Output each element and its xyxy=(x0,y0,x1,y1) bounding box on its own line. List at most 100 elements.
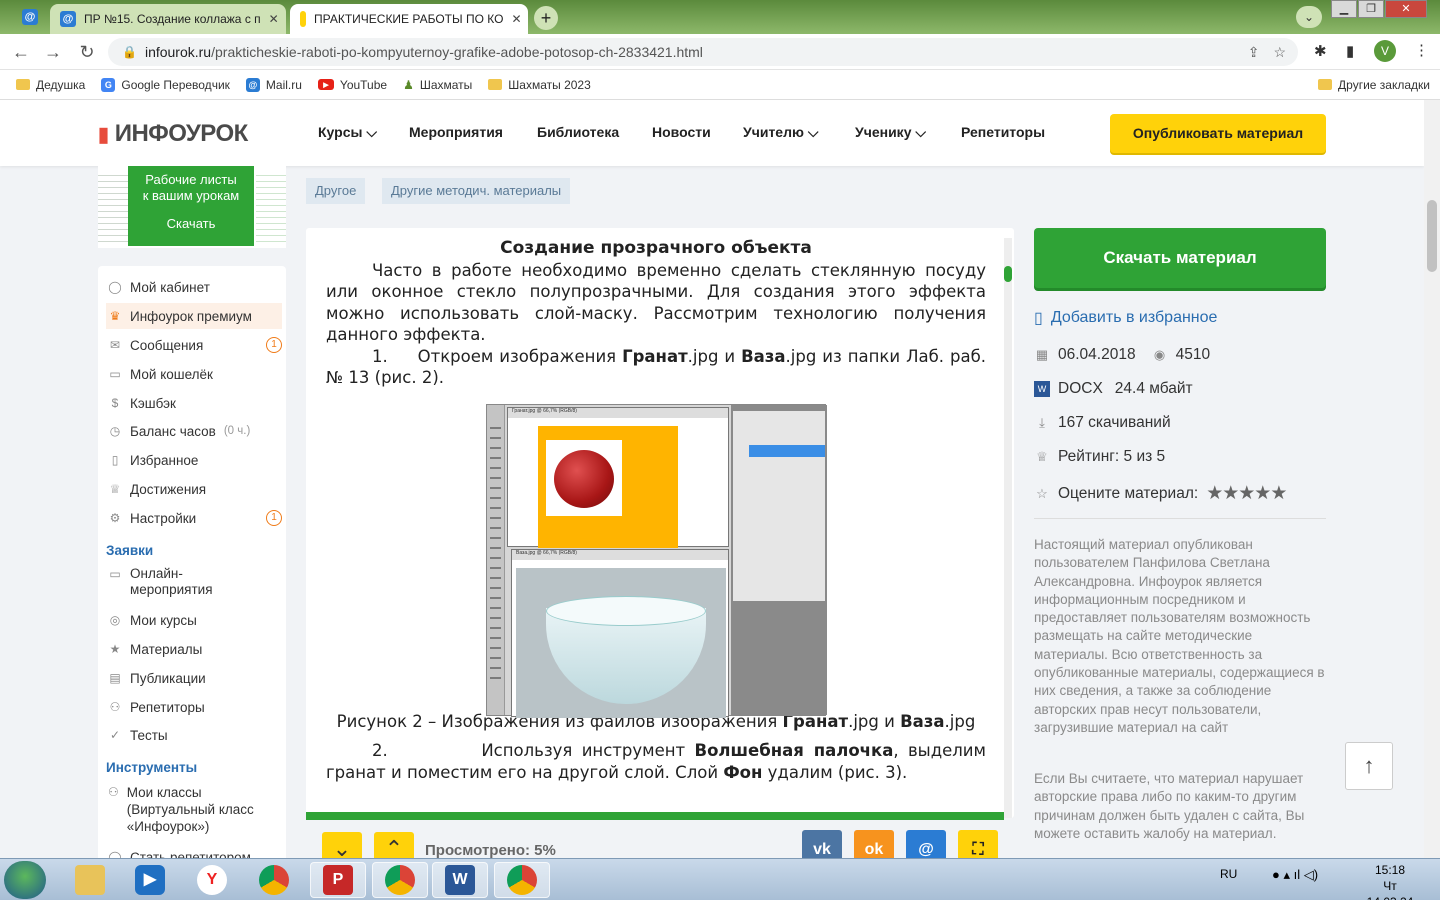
nav-tutors[interactable]: Репетиторы xyxy=(961,124,1045,140)
taskbar-pdf[interactable]: P xyxy=(310,862,366,898)
vk-share-icon[interactable]: vk xyxy=(802,830,842,858)
close-tab-icon[interactable]: ✕ xyxy=(269,12,279,26)
scroll-down-button[interactable]: ⌄ xyxy=(322,832,362,858)
bookmark-link[interactable]: G Google Переводчик xyxy=(101,77,230,92)
share-icon[interactable]: ⇪ xyxy=(1248,44,1260,61)
clock[interactable]: 15:18Чт 14.03.24 xyxy=(1360,862,1420,900)
forward-icon[interactable]: → xyxy=(42,42,64,63)
profile-avatar[interactable]: V xyxy=(1374,40,1396,62)
yandex-browser-icon: Y xyxy=(197,865,227,895)
sidebar-item-tutors[interactable]: ⚇ Репетиторы xyxy=(106,694,282,720)
sidebar-item-online-events[interactable]: ▭ Онлайн- мероприятия xyxy=(106,566,282,602)
bookmark-star-icon[interactable]: ☆ xyxy=(1273,44,1286,61)
sidebar-item-publications[interactable]: ▤ Публикации xyxy=(106,665,282,691)
taskbar-explorer[interactable] xyxy=(62,862,118,898)
nav-library[interactable]: Библиотека xyxy=(537,124,619,140)
maximize-icon[interactable]: ❐ xyxy=(1358,0,1384,18)
taskbar-media-player[interactable]: ▶ xyxy=(122,862,178,898)
bookmark-link[interactable]: @ Mail.ru xyxy=(245,77,302,92)
ok-share-icon[interactable]: ok xyxy=(854,830,894,858)
new-tab-button[interactable]: + xyxy=(534,6,558,30)
sidebar-item-messages[interactable]: ✉ Сообщения 1 xyxy=(106,332,282,358)
taskbar-chrome-profile[interactable] xyxy=(494,862,550,898)
document-paragraph: Часто в работе необходимо временно сдела… xyxy=(326,260,986,345)
menu-icon[interactable]: ⋮ xyxy=(1414,41,1429,59)
people-icon: ⚇ xyxy=(109,700,121,714)
other-bookmarks[interactable]: Другие закладки xyxy=(1318,78,1430,92)
sidebar-item-become-tutor[interactable]: ◯ Стать репетитором xyxy=(106,844,282,859)
address-bar[interactable]: 🔒 infourok.ru/prakticheskie-raboti-po-ko… xyxy=(108,38,1298,66)
taskbar-word[interactable]: W xyxy=(432,862,488,898)
url-path: /prakticheskie-raboti-po-kompyuternoy-gr… xyxy=(211,44,703,60)
browser-tab-2[interactable]: ПРАКТИЧЕСКИЕ РАБОТЫ ПО КО ✕ xyxy=(290,4,528,34)
worksheets-banner[interactable]: Рабочие листы к вашим урокам Скачать xyxy=(98,166,286,248)
download-material-button[interactable]: Скачать материал xyxy=(1034,228,1326,288)
mail-at-icon[interactable]: @ xyxy=(22,9,38,25)
publish-button[interactable]: Опубликовать материал xyxy=(1110,114,1326,153)
bookmark-folder[interactable]: Дедушка xyxy=(16,78,85,92)
account-sidebar: ◯ Мой кабинет ♛ Инфоурок премиум ✉ Сообщени… xyxy=(98,266,286,858)
tutor-icon: ◯ xyxy=(108,850,122,858)
page-scrollbar[interactable] xyxy=(1424,100,1440,858)
reload-icon[interactable]: ↻ xyxy=(76,42,98,63)
side-panel-icon[interactable]: ▮ xyxy=(1346,42,1354,60)
cashback-icon: $ xyxy=(111,396,119,410)
minimize-icon[interactable]: ▁ xyxy=(1331,0,1357,18)
rating-stars[interactable]: ★★★★★ xyxy=(1206,482,1287,505)
browser-tab-1[interactable]: @ ПР №15. Создание коллажа с п ✕ xyxy=(50,4,286,34)
nav-student[interactable]: Ученику ⌵ xyxy=(855,124,926,141)
sidebar-item-my-courses[interactable]: ◎ Мои курсы xyxy=(106,607,282,633)
nav-news[interactable]: Новости xyxy=(652,124,711,140)
nav-events[interactable]: Мероприятия xyxy=(409,124,503,140)
nav-courses[interactable]: Курсы ⌵ xyxy=(318,124,377,141)
user-icon: ◯ xyxy=(108,280,122,294)
sidebar-item-materials[interactable]: ★ Материалы xyxy=(106,636,282,662)
sidebar-item-hours[interactable]: ◷ Баланс часов (0 ч.) xyxy=(106,418,282,444)
close-window-icon[interactable]: ✕ xyxy=(1385,0,1427,18)
bookmarks-bar: Дедушка G Google Переводчик @ Mail.ru ▶ You… xyxy=(0,70,1440,100)
sidebar-item-cashback[interactable]: $ Кэшбэк xyxy=(106,390,282,416)
site-logo[interactable]: ▮ ИНФОУРОК xyxy=(98,120,248,148)
back-icon[interactable]: ← xyxy=(10,42,32,63)
document-scroll-thumb[interactable] xyxy=(1004,266,1012,282)
scroll-to-top-button[interactable]: ↑ xyxy=(1345,742,1393,790)
sidebar-item-favorites[interactable]: ▯ Избранное xyxy=(106,447,282,473)
breadcrumb-other[interactable]: Другое xyxy=(306,178,366,204)
banner-cta[interactable]: Скачать xyxy=(128,216,254,232)
nav-teacher[interactable]: Учителю ⌵ xyxy=(743,124,818,141)
sidebar-item-wallet[interactable]: ▭ Мой кошелёк xyxy=(106,361,282,387)
bookmark-link[interactable]: ♟ Шахматы xyxy=(403,78,472,92)
document-scrollbar[interactable] xyxy=(1004,238,1012,818)
language-indicator[interactable]: RU xyxy=(1220,867,1237,881)
sidebar-item-tests[interactable]: ✓ Тесты xyxy=(106,722,282,748)
taskbar-chrome[interactable] xyxy=(246,862,302,898)
courses-icon: ◎ xyxy=(109,613,121,627)
sidebar-item-achievements[interactable]: ♕ Достижения xyxy=(106,476,282,502)
document-viewer[interactable]: Создание прозрачного объекта Часто в раб… xyxy=(306,228,1014,818)
mailru-share-icon[interactable]: @ xyxy=(906,830,946,858)
word-icon: W xyxy=(445,865,475,895)
taskbar-yandex[interactable]: Y xyxy=(184,862,240,898)
start-button[interactable] xyxy=(4,861,46,899)
breadcrumb-other-methodical[interactable]: Другие методич. материалы xyxy=(382,178,571,204)
url-host: infourok.ru xyxy=(144,44,212,60)
sidebar-item-premium[interactable]: ♛ Инфоурок премиум xyxy=(106,303,282,329)
sidebar-item-settings[interactable]: ⚙ Настройки 1 xyxy=(106,505,282,531)
selected-layer xyxy=(749,445,825,457)
close-tab-icon[interactable]: ✕ xyxy=(511,12,521,26)
scroll-up-button[interactable]: ⌃ xyxy=(374,832,414,858)
fullscreen-icon[interactable]: ⛶ xyxy=(958,830,998,858)
word-file-icon: W xyxy=(1034,381,1050,397)
bookmark-link[interactable]: ▶ YouTube xyxy=(317,78,387,92)
sidebar-item-cabinet[interactable]: ◯ Мой кабинет xyxy=(106,274,282,300)
taskbar-chrome-2[interactable] xyxy=(372,862,428,898)
check-icon: ✓ xyxy=(109,728,121,742)
add-to-favorites-link[interactable]: ▯ Добавить в избранное xyxy=(1034,308,1217,328)
page-scroll-thumb[interactable] xyxy=(1427,200,1437,272)
bookmark-folder[interactable]: Шахматы 2023 xyxy=(488,78,591,92)
tab-search-icon[interactable]: ⌄ xyxy=(1296,6,1322,28)
tray-icons[interactable]: ● ▴ ıl ◁) xyxy=(1272,867,1318,883)
extensions-icon[interactable]: ✱ xyxy=(1314,42,1327,60)
photoshop-screenshot-figure: Гранат.jpg @ 66,7% (RGB/8) Ваза.jpg @ 66… xyxy=(486,404,827,718)
sidebar-item-my-classes[interactable]: ⚇ Мои классы (Виртуальный класс «Инфоурок… xyxy=(106,784,282,838)
